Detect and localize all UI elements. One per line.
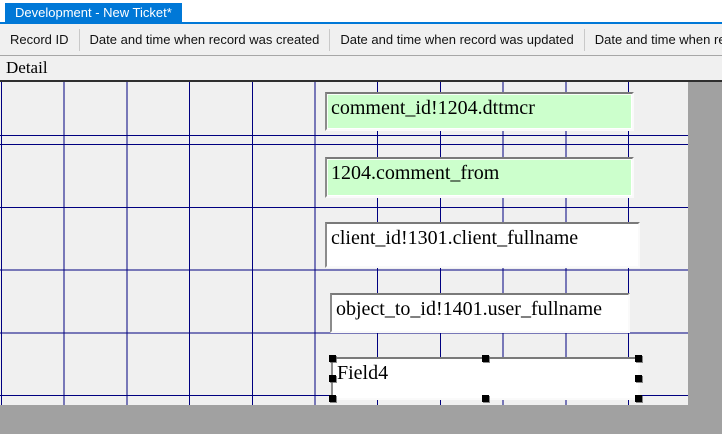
field-box-user-fullname[interactable]: object_to_id!1401.user_fullname — [330, 293, 630, 333]
band-label: Detail — [6, 58, 48, 77]
field-box-comment-dttmcr[interactable]: comment_id!1204.dttmcr — [325, 92, 634, 131]
field-text: comment_id!1204.dttmcr — [327, 94, 632, 120]
resize-handle-bottom-left[interactable] — [329, 395, 336, 402]
field-palette-toolbar: Record ID Date and time when record was … — [0, 24, 722, 55]
resize-handle-top-middle[interactable] — [482, 355, 489, 362]
palette-item-updated[interactable]: Date and time when record was updated — [330, 24, 583, 55]
palette-item-created[interactable]: Date and time when record was created — [80, 24, 330, 55]
field-text: object_to_id!1401.user_fullname — [332, 295, 628, 321]
tab-development-new-ticket[interactable]: Development - New Ticket* — [5, 3, 182, 22]
resize-handle-bottom-right[interactable] — [635, 395, 642, 402]
resize-handle-middle-left[interactable] — [329, 375, 336, 382]
field-box-comment-from[interactable]: 1204.comment_from — [325, 157, 634, 198]
resize-handle-bottom-middle[interactable] — [482, 395, 489, 402]
tab-title: Development - New Ticket* — [15, 5, 172, 20]
field-box-field4-selected[interactable]: Field4 — [331, 357, 640, 400]
report-designer-window: Development - New Ticket* Record ID Date… — [0, 0, 722, 434]
field-text: 1204.comment_from — [327, 159, 632, 185]
field-text: Field4 — [333, 359, 638, 385]
tab-strip: Development - New Ticket* — [0, 0, 722, 24]
resize-handle-top-left[interactable] — [329, 355, 336, 362]
detail-band-header[interactable]: Detail — [0, 55, 722, 82]
resize-handle-top-right[interactable] — [635, 355, 642, 362]
field-box-client-fullname[interactable]: client_id!1301.client_fullname — [325, 222, 640, 268]
palette-item-record-id[interactable]: Record ID — [0, 24, 79, 55]
palette-item-closed[interactable]: Date and time when record was clos — [585, 24, 722, 55]
field-text: client_id!1301.client_fullname — [327, 224, 638, 250]
design-workspace: comment_id!1204.dttmcr 1204.comment_from… — [0, 82, 722, 434]
resize-handle-middle-right[interactable] — [635, 375, 642, 382]
